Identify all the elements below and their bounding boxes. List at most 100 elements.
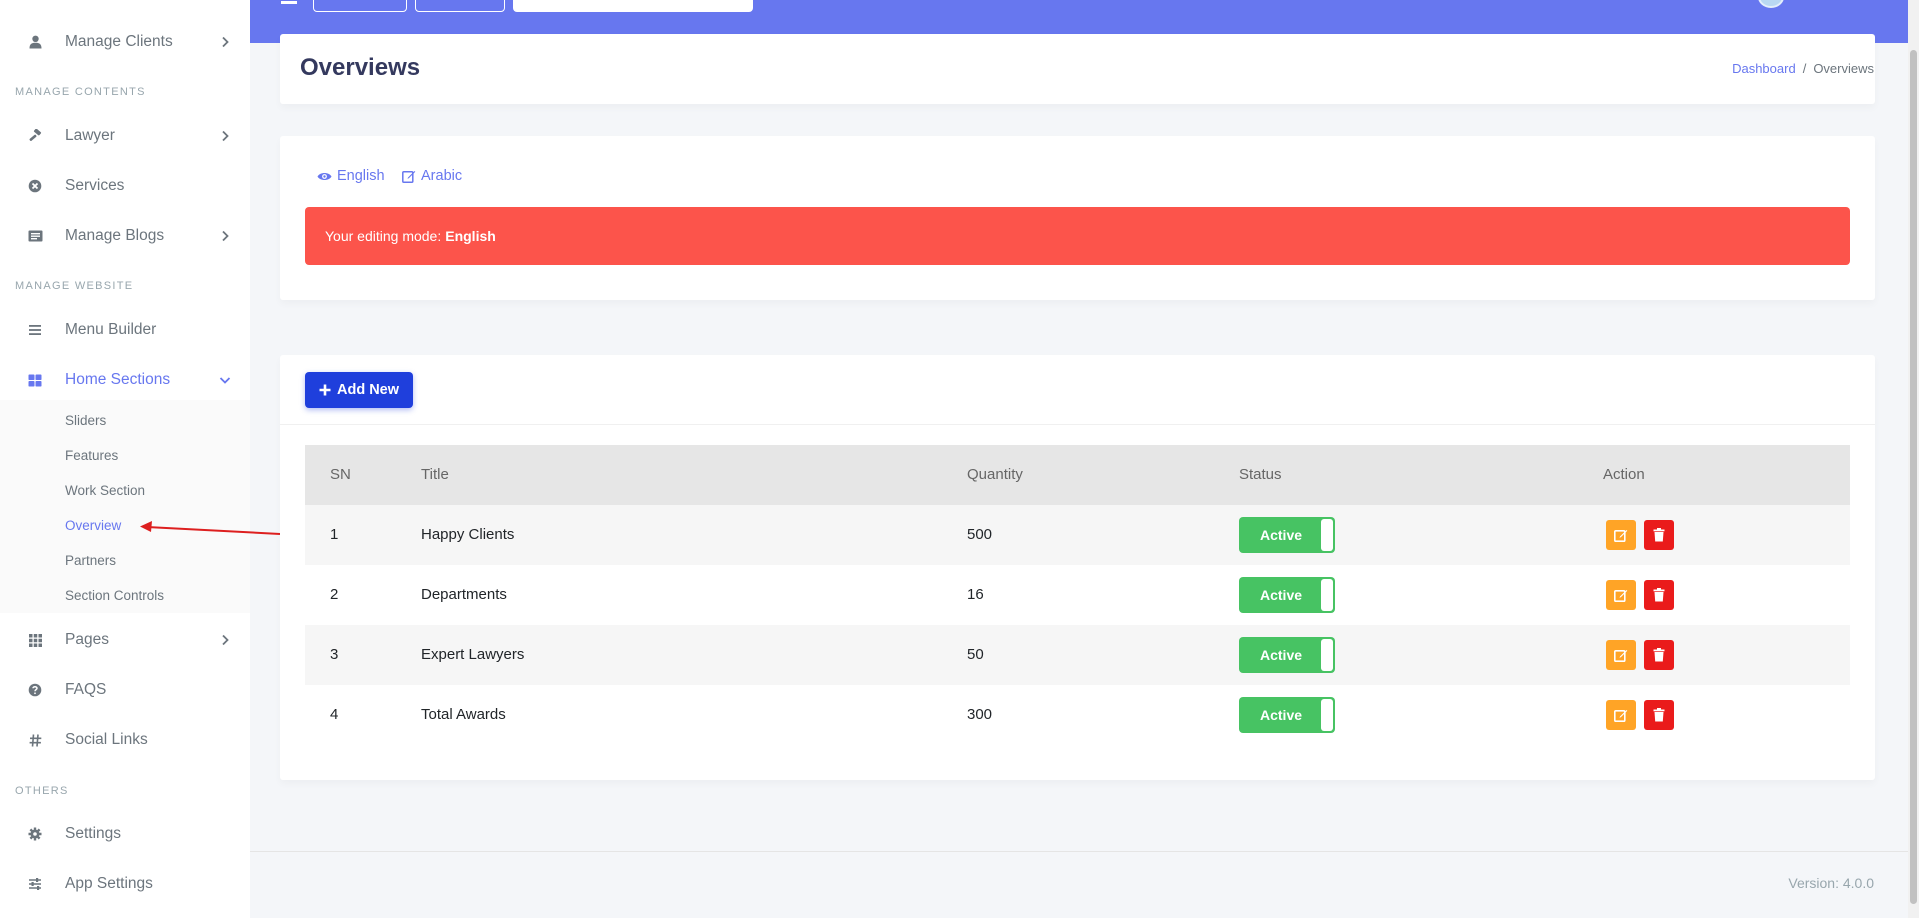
table-row: 4 Total Awards 300 Active (305, 685, 1850, 745)
toggle-knob (1321, 579, 1333, 611)
gear-icon (27, 826, 43, 842)
status-label: Active (1260, 587, 1303, 603)
breadcrumb-current: Overviews (1813, 61, 1874, 76)
hashtag-icon (27, 732, 43, 748)
submenu-item-work-section[interactable]: Work Section (65, 483, 145, 498)
edit-icon (1614, 589, 1628, 602)
edit-icon (402, 171, 416, 183)
edit-button[interactable] (1606, 580, 1636, 610)
column-header-action: Action (1603, 466, 1645, 483)
table-row: 1 Happy Clients 500 Active (305, 505, 1850, 565)
menu-header: MANAGE CONTENTS (15, 86, 146, 98)
chevron-right-icon (222, 230, 229, 242)
annotation-arrow (140, 521, 281, 535)
cell-quantity: 16 (967, 586, 984, 603)
status-label: Active (1260, 707, 1303, 723)
toggle-knob (1321, 639, 1333, 671)
gavel-icon (27, 128, 43, 144)
add-new-button[interactable]: Add New (305, 372, 413, 408)
delete-button[interactable] (1644, 520, 1674, 550)
submenu-item-overview[interactable]: Overview (65, 518, 121, 533)
toggle-knob (1321, 699, 1333, 731)
tab-english[interactable]: English (317, 168, 385, 184)
edit-icon (1614, 529, 1628, 542)
sidebar-item-services[interactable]: Services (0, 164, 250, 208)
trash-icon (1653, 528, 1665, 542)
status-toggle[interactable]: Active (1239, 697, 1335, 733)
cell-quantity: 50 (967, 646, 984, 663)
breadcrumb: Dashboard / Overviews (1732, 61, 1874, 76)
language-select[interactable] (313, 0, 407, 12)
breadcrumb-dashboard[interactable]: Dashboard (1732, 61, 1796, 76)
submenu-item-partners[interactable]: Partners (65, 553, 116, 568)
tab-arabic[interactable]: Arabic (402, 168, 462, 184)
tab-label: Arabic (421, 168, 463, 184)
edit-button[interactable] (1606, 640, 1636, 670)
sidebar-item-label: Home Sections (65, 371, 171, 388)
edit-button[interactable] (1606, 700, 1636, 730)
hamburger-icon[interactable] (281, 0, 297, 4)
sidebar-item-manage-clients[interactable]: Manage Clients (0, 20, 250, 64)
delete-button[interactable] (1644, 580, 1674, 610)
sidebar-item-faqs[interactable]: FAQS (0, 668, 250, 712)
sidebar-item-label: Menu Builder (65, 321, 157, 338)
sidebar-item-label: Manage Clients (65, 33, 173, 50)
sliders-icon (27, 876, 43, 892)
add-new-label: Add New (336, 382, 400, 398)
sidebar-item-manage-blogs[interactable]: Manage Blogs (0, 214, 250, 258)
edit-button[interactable] (1606, 520, 1636, 550)
cell-title: Expert Lawyers (421, 646, 525, 663)
alert-text: Your editing mode: (325, 228, 442, 244)
cell-sn: 4 (330, 706, 339, 723)
submenu-item-section-controls[interactable]: Section Controls (65, 588, 164, 603)
sidebar-item-label: App Settings (65, 875, 153, 892)
column-header-quantity: Quantity (967, 466, 1023, 483)
cell-title: Departments (421, 586, 507, 603)
cell-sn: 3 (330, 646, 339, 663)
sidebar-item-label: Social Links (65, 731, 148, 748)
sidebar-item-social-links[interactable]: Social Links (0, 718, 250, 762)
search-input[interactable] (513, 0, 753, 12)
page-title: Overviews (300, 54, 421, 81)
menu-header: OTHERS (15, 785, 69, 797)
cell-sn: 1 (330, 526, 339, 543)
question-circle-icon (27, 682, 43, 698)
status-toggle[interactable]: Active (1239, 577, 1335, 613)
edit-icon (1614, 649, 1628, 662)
sidebar-item-app-settings[interactable]: App Settings (0, 862, 250, 906)
trash-icon (1653, 648, 1665, 662)
table-row: 3 Expert Lawyers 50 Active (305, 625, 1850, 685)
sidebar-item-lawyer[interactable]: Lawyer (0, 114, 250, 158)
plus-icon (319, 384, 331, 396)
chevron-down-icon (219, 377, 231, 384)
sidebar-item-label: Lawyer (65, 127, 115, 144)
status-toggle[interactable]: Active (1239, 517, 1335, 553)
avatar[interactable] (1758, 0, 1784, 8)
scrollbar-thumb[interactable] (1910, 50, 1917, 904)
footer-divider (250, 851, 1910, 852)
sidebar-item-home-sections[interactable]: Home Sections (0, 358, 250, 402)
currency-select[interactable] (415, 0, 505, 12)
submenu-item-sliders[interactable]: Sliders (65, 413, 106, 428)
submenu-item-features[interactable]: Features (65, 448, 118, 463)
sidebar-item-pages[interactable]: Pages (0, 618, 250, 662)
status-label: Active (1260, 527, 1303, 543)
status-toggle[interactable]: Active (1239, 637, 1335, 673)
scrollbar[interactable] (1908, 0, 1919, 918)
menu-header: MANAGE WEBSITE (15, 280, 134, 292)
sidebar: Manage Clients MANAGE CONTENTS Lawyer Se… (0, 0, 250, 918)
delete-button[interactable] (1644, 640, 1674, 670)
sidebar-item-label: Pages (65, 631, 109, 648)
delete-button[interactable] (1644, 700, 1674, 730)
page-header-card (280, 34, 1875, 104)
cell-quantity: 300 (967, 706, 993, 723)
chevron-right-icon (222, 130, 229, 142)
editing-mode-alert: Your editing mode: English (305, 207, 1850, 265)
sidebar-item-label: Settings (65, 825, 122, 842)
sidebar-item-settings[interactable]: Settings (0, 812, 250, 856)
alert-mode: English (445, 228, 496, 244)
sidebar-item-menu-builder[interactable]: Menu Builder (0, 308, 250, 352)
eye-icon (317, 172, 332, 180)
cell-quantity: 500 (967, 526, 993, 543)
table-row: 2 Departments 16 Active (305, 565, 1850, 625)
